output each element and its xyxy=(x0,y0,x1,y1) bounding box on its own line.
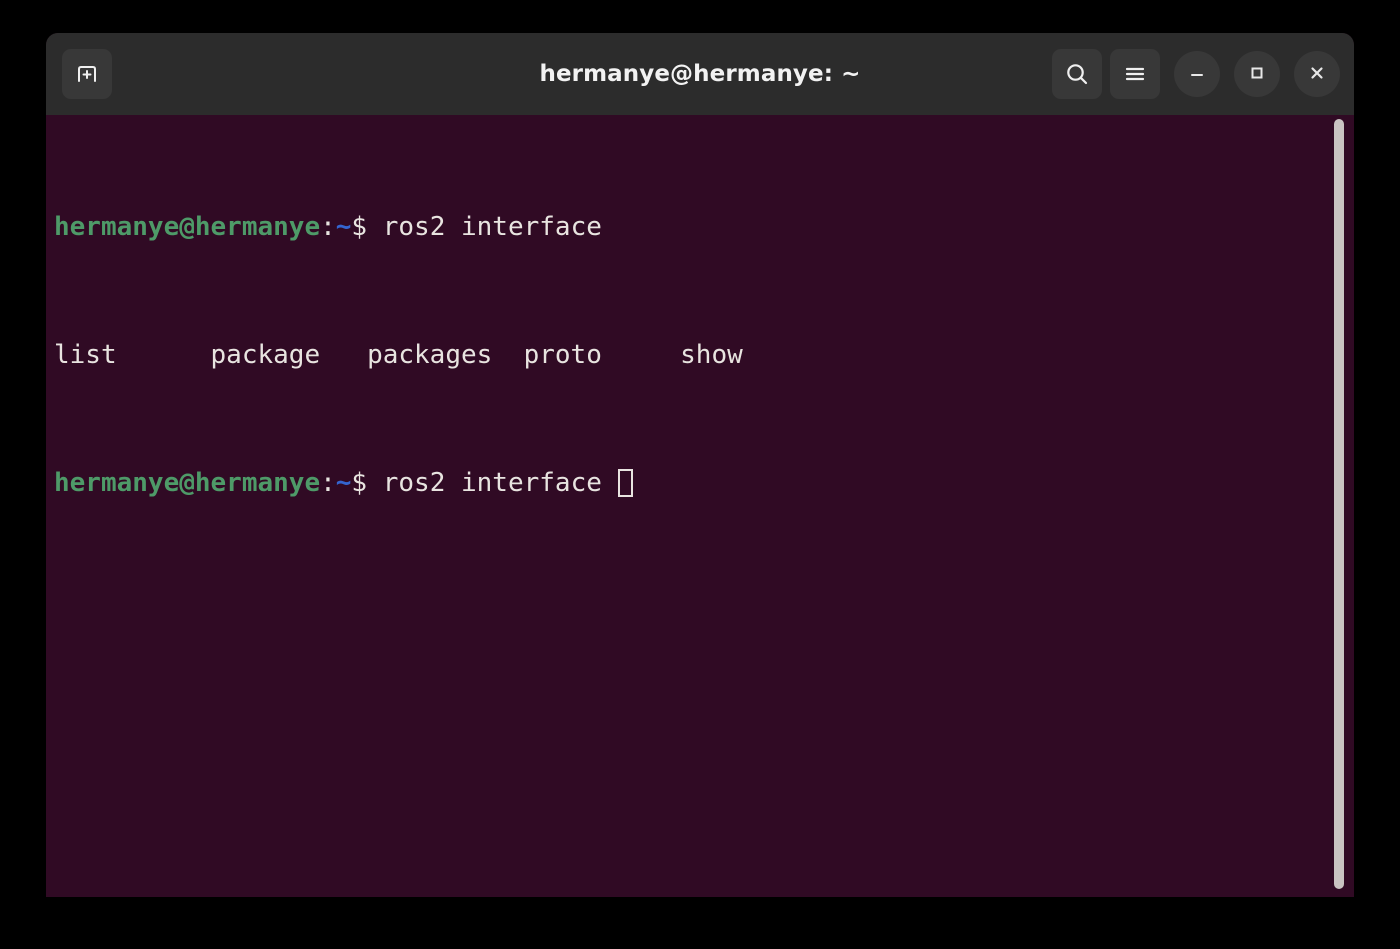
terminal-line-prompt-2: hermanye@hermanye:~$ ros2 interface xyxy=(54,467,743,499)
command-text-1: ros2 interface xyxy=(382,212,602,242)
hamburger-menu-icon xyxy=(1122,61,1148,87)
minimize-button[interactable] xyxy=(1174,51,1220,97)
prompt-user-host: hermanye@hermanye xyxy=(54,212,321,242)
maximize-button[interactable] xyxy=(1234,51,1280,97)
completion-options: list package packages proto show xyxy=(54,340,743,370)
prompt-colon: : xyxy=(320,212,336,242)
window-controls-group xyxy=(1052,33,1340,115)
vertical-scrollbar-track[interactable] xyxy=(1332,115,1346,897)
prompt-user-host: hermanye@hermanye xyxy=(54,468,321,498)
search-icon xyxy=(1063,60,1091,88)
command-text-2: ros2 interface xyxy=(382,468,618,498)
close-button[interactable] xyxy=(1294,51,1340,97)
maximize-square-icon xyxy=(1246,62,1268,87)
main-menu-button[interactable] xyxy=(1110,49,1160,99)
new-tab-button[interactable] xyxy=(62,49,112,99)
block-cursor xyxy=(617,469,633,497)
prompt-sigil: $ xyxy=(351,468,383,498)
close-x-icon xyxy=(1306,62,1328,87)
terminal-window: hermanye@hermanye: ~ hermanye@hermanye:~… xyxy=(46,33,1354,897)
search-button[interactable] xyxy=(1052,49,1102,99)
terminal-line-completions: list package packages proto show xyxy=(54,339,743,371)
prompt-path: ~ xyxy=(335,212,352,242)
terminal-line-prompt-1: hermanye@hermanye:~$ ros2 interface xyxy=(54,211,743,243)
terminal-text-buffer: hermanye@hermanye:~$ ros2 interface list… xyxy=(54,115,743,595)
prompt-path: ~ xyxy=(335,468,352,498)
minimize-icon xyxy=(1186,62,1208,87)
prompt-colon: : xyxy=(320,468,336,498)
prompt-sigil: $ xyxy=(351,212,383,242)
title-bar[interactable]: hermanye@hermanye: ~ xyxy=(46,33,1354,115)
vertical-scrollbar-thumb[interactable] xyxy=(1334,119,1344,889)
terminal-output-area[interactable]: hermanye@hermanye:~$ ros2 interface list… xyxy=(46,115,1354,897)
new-tab-plus-icon xyxy=(74,61,100,87)
